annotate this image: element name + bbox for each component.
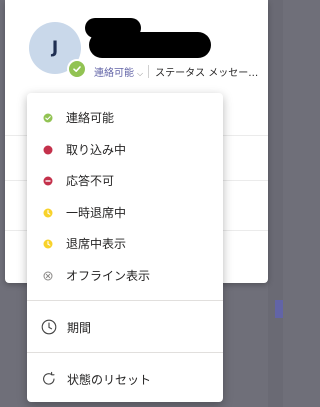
menu-item-label: 状態のリセット xyxy=(67,372,152,387)
menu-item-away[interactable]: 退席中表示 xyxy=(27,230,223,256)
reset-icon xyxy=(41,371,57,387)
current-status-label: 連絡可能 xyxy=(94,68,134,79)
menu-item-label: オフライン表示 xyxy=(66,268,151,283)
available-dot-icon xyxy=(43,112,53,123)
status-row: 連絡可能 ⌵ ステータス メッセー… xyxy=(94,64,258,79)
menu-divider xyxy=(27,352,223,353)
menu-item-label: 取り込み中 xyxy=(66,142,127,157)
menu-item-available[interactable]: 連絡可能 xyxy=(27,104,223,130)
menu-item-offline[interactable]: オフライン表示 xyxy=(27,262,223,288)
checkmark-icon xyxy=(73,66,81,72)
menu-item-duration[interactable]: 期間 xyxy=(27,314,223,340)
background-panel xyxy=(268,0,283,407)
menu-item-label: 連絡可能 xyxy=(66,110,115,125)
menu-item-be-right-back[interactable]: 一時退席中 xyxy=(27,199,223,225)
menu-item-label: 退席中表示 xyxy=(66,236,127,251)
status-separator xyxy=(148,65,150,78)
presence-badge[interactable] xyxy=(67,59,87,79)
offline-icon xyxy=(43,270,53,281)
menu-item-label: 応答不可 xyxy=(66,173,115,188)
be-right-back-icon xyxy=(43,207,53,218)
away-icon xyxy=(43,238,53,249)
menu-item-label: 期間 xyxy=(67,320,92,335)
redacted-name xyxy=(85,18,211,58)
menu-item-label: 一時退席中 xyxy=(66,205,127,220)
presence-menu: 連絡可能 取り込み中 応答不可 一時退席中 退席中表示 オフライン表示 期間 状… xyxy=(27,93,223,402)
do-not-disturb-icon xyxy=(43,175,53,186)
menu-item-do-not-disturb[interactable]: 応答不可 xyxy=(27,167,223,193)
menu-item-reset-status[interactable]: 状態のリセット xyxy=(27,366,223,392)
status-message-link[interactable]: ステータス メッセー… xyxy=(155,64,258,79)
chevron-down-icon: ⌵ xyxy=(137,69,144,78)
current-status-dropdown[interactable]: 連絡可能 ⌵ xyxy=(94,64,143,79)
teams-screen: J 連絡可能 ⌵ ステータス メッセー… 連絡可能 取り込み中 応答不可 一時退… xyxy=(0,0,283,407)
background-accent xyxy=(275,300,283,318)
menu-item-busy[interactable]: 取り込み中 xyxy=(27,136,223,162)
menu-divider xyxy=(27,300,223,301)
clock-icon xyxy=(41,319,57,335)
avatar-initial: J xyxy=(51,38,59,58)
busy-dot-icon xyxy=(43,144,53,155)
